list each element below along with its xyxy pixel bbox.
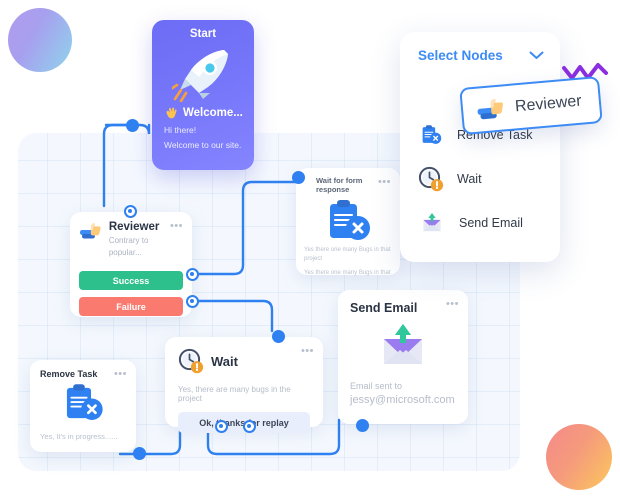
clipboard-x-icon (422, 125, 442, 144)
reviewer-input-port[interactable] (124, 205, 137, 218)
clock-alert-icon (418, 166, 444, 192)
remove-body-text: Yes, It's in progress...... (40, 432, 118, 441)
remove-task-node-card[interactable]: ••• Remove Task Yes, It's in progress...… (30, 360, 136, 452)
email-sent-label: Email sent to (350, 381, 403, 391)
workflow-builder-illustration: Start Welcome... Hi there! Welcome to ou… (0, 0, 620, 500)
wait-output-port-right[interactable] (243, 420, 256, 433)
form-line-2: Yes there one many Bugs in that (304, 270, 391, 276)
clock-alert-icon (178, 348, 204, 374)
wait-header: Wait (178, 348, 310, 374)
email-title: Send Email (350, 301, 418, 315)
drag-chip-label: Reviewer (514, 92, 583, 115)
form-input-port[interactable] (292, 171, 305, 184)
reviewer-node-card[interactable]: ••• Reviewer Contrary to popular... Succ… (70, 212, 192, 317)
start-node-card[interactable]: Start Welcome... Hi there! Welcome to ou… (152, 20, 254, 170)
reviewer-menu-icon[interactable]: ••• (170, 221, 183, 232)
welcome-label: Welcome... (183, 107, 243, 119)
send-email-icon (423, 213, 441, 232)
failure-button[interactable]: Failure (79, 297, 183, 317)
start-output-port[interactable] (126, 119, 139, 132)
form-line-1: Yes there one many Bugs in that project (304, 247, 391, 262)
start-node-title: Start (189, 28, 217, 40)
chevron-down-icon[interactable] (529, 51, 544, 60)
email-menu-icon[interactable]: ••• (446, 299, 459, 310)
panel-title: Select Nodes (418, 48, 503, 63)
wait-node-card[interactable]: ••• Wait Yes, there are many bugs in the… (165, 337, 323, 433)
menu-item-wait[interactable]: Wait (400, 157, 560, 201)
menu-item-send-email[interactable]: Send Email (400, 201, 560, 245)
send-email-icon (384, 324, 422, 364)
reviewer-subtitle: Contrary to popular... (108, 236, 149, 257)
wait-for-form-node-card[interactable]: ••• Wait for form response Yes there one… (296, 168, 400, 276)
success-button[interactable]: Success (79, 271, 183, 291)
success-output-port[interactable] (186, 268, 199, 281)
wait-menu-icon[interactable]: ••• (301, 346, 314, 357)
welcome-row: Welcome... (162, 106, 244, 120)
remove-input-port[interactable] (133, 447, 146, 460)
menu-label-send-email: Send Email (459, 216, 523, 230)
send-email-node-card[interactable]: ••• Send Email Email sent to jessy@micro… (338, 290, 468, 424)
clipboard-x-icon (330, 200, 370, 240)
decorative-blob-top-left (8, 8, 72, 72)
waving-hand-icon (166, 107, 177, 119)
email-input-port[interactable] (356, 419, 369, 432)
wait-title: Wait (211, 353, 238, 369)
failure-output-port[interactable] (186, 295, 199, 308)
wait-body-text: Yes, there are many bugs in the project (178, 385, 291, 403)
thumbs-up-review-icon (79, 223, 101, 239)
rocket-icon (172, 50, 228, 102)
form-menu-icon[interactable]: ••• (378, 177, 391, 188)
email-address: jessy@microsoft.com (350, 394, 455, 406)
decorative-blob-bottom-right (546, 424, 612, 490)
start-line-2: Welcome to our site. (164, 140, 242, 150)
wait-input-port[interactable] (272, 330, 285, 343)
thumbs-up-review-icon (477, 98, 503, 120)
remove-menu-icon[interactable]: ••• (114, 369, 127, 380)
menu-label-wait: Wait (457, 172, 482, 186)
select-nodes-panel[interactable]: Select Nodes Remove Task Wait Send Email (400, 32, 560, 262)
clipboard-x-icon (66, 384, 103, 420)
wait-output-port-left[interactable] (215, 420, 228, 433)
start-line-1: Hi there! (164, 125, 197, 135)
reviewer-header: Reviewer Contrary to popular... (79, 221, 183, 258)
panel-header[interactable]: Select Nodes (400, 48, 560, 63)
